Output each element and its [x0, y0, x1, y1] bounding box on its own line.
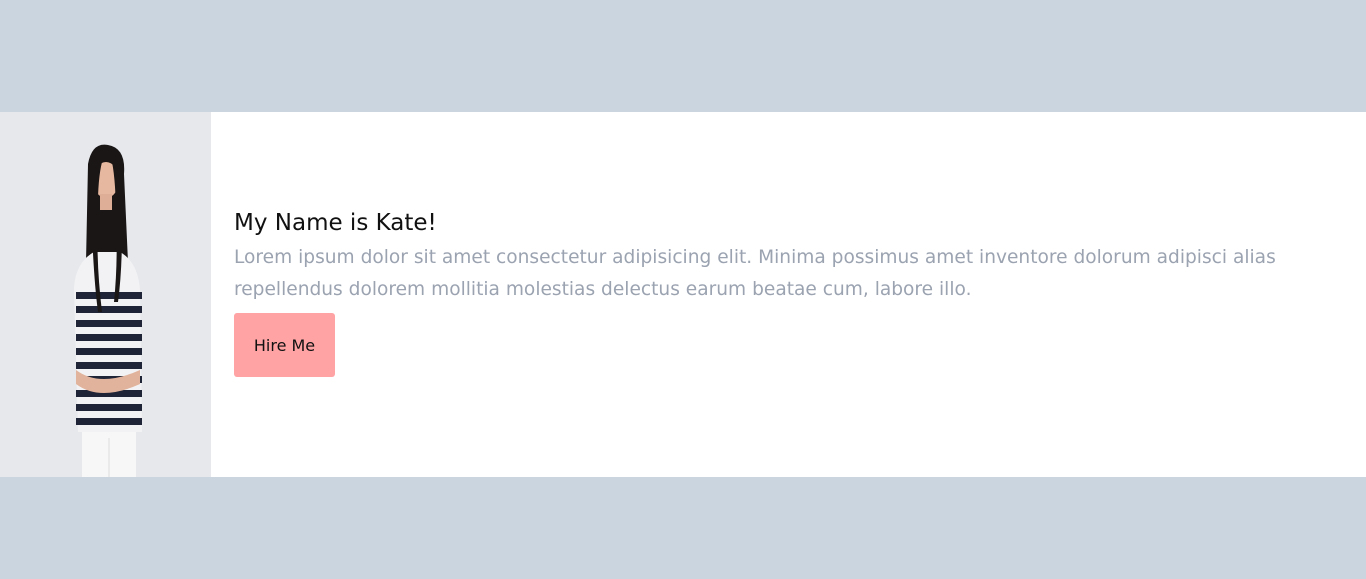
hire-me-button[interactable]: Hire Me — [234, 313, 335, 377]
profile-bio: Lorem ipsum dolor sit amet consectetur a… — [234, 247, 1276, 300]
profile-heading: My Name is Kate! — [234, 210, 437, 236]
profile-content: My Name is Kate! Lorem ipsum dolor sit a… — [211, 112, 1366, 477]
profile-photo — [0, 112, 211, 477]
woman-portrait-image — [0, 112, 211, 477]
profile-card: My Name is Kate! Lorem ipsum dolor sit a… — [0, 112, 1366, 477]
